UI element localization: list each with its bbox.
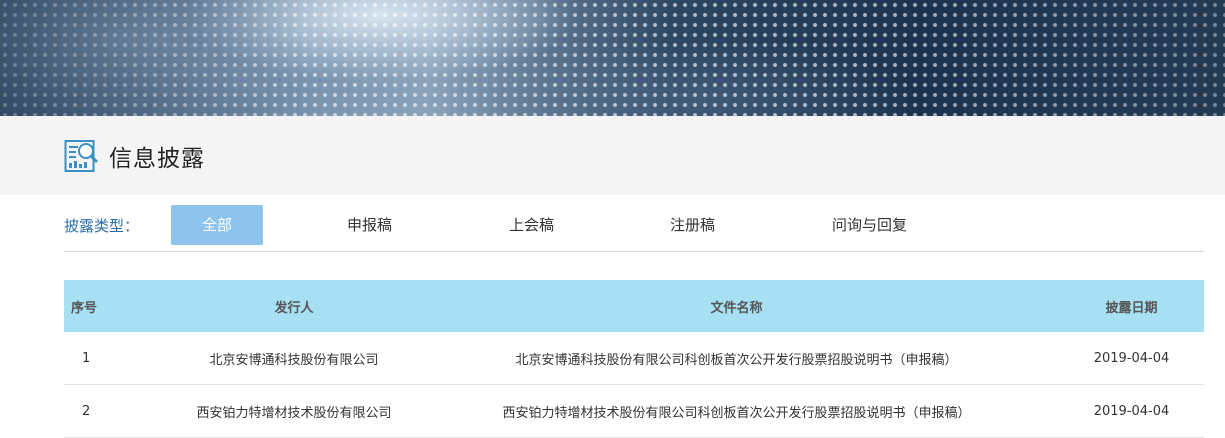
tab-registration-draft[interactable]: 注册稿 xyxy=(670,205,715,245)
document-search-icon xyxy=(64,138,100,174)
cell-issuer: 北京安博通科技股份有限公司 xyxy=(174,332,414,385)
cell-serial-no: 1 xyxy=(64,332,174,385)
table-row: 1 北京安博通科技股份有限公司 北京安博通科技股份有限公司科创板首次公开发行股票… xyxy=(64,332,1204,385)
banner-shade xyxy=(0,0,1225,116)
tab-all[interactable]: 全部 xyxy=(171,205,263,245)
header-disclosure-date: 披露日期 xyxy=(1105,300,1158,316)
tab-meeting-draft[interactable]: 上会稿 xyxy=(509,205,554,245)
cell-date: 2019-04-04 xyxy=(1059,384,1204,438)
cell-issuer: 西安铂力特增材技术股份有限公司 xyxy=(174,384,414,438)
cell-document-link[interactable]: 北京安博通科技股份有限公司科创板首次公开发行股票招股说明书（申报稿） xyxy=(414,332,1059,385)
disclosure-type-filter: 披露类型： 全部 申报稿 上会稿 注册稿 问询与回复 xyxy=(64,195,1204,252)
header-issuer: 发行人 xyxy=(274,300,314,316)
filter-label: 披露类型： xyxy=(64,217,140,235)
header-banner-image xyxy=(0,0,1225,116)
header-serial-no: 序号 xyxy=(71,300,98,316)
tab-inquiry-and-reply[interactable]: 问询与回复 xyxy=(832,205,907,245)
header-document-name: 文件名称 xyxy=(710,300,763,316)
table-row: 2 西安铂力特增材技术股份有限公司 西安铂力特增材技术股份有限公司科创板首次公开… xyxy=(64,384,1204,438)
cell-serial-no: 2 xyxy=(64,384,174,438)
cell-date: 2019-04-04 xyxy=(1059,332,1204,385)
tab-filing-draft[interactable]: 申报稿 xyxy=(347,205,392,245)
cell-document-link[interactable]: 西安铂力特增材技术股份有限公司科创板首次公开发行股票招股说明书（申报稿） xyxy=(414,384,1059,438)
section-title-bar: 信息披露 xyxy=(0,116,1225,195)
page-title: 信息披露 xyxy=(109,145,205,172)
table-header-row: 序号 发行人 文件名称 披露日期 xyxy=(64,280,1204,332)
disclosure-table: 序号 发行人 文件名称 披露日期 1 北京安博通科技股份有限公司 北京安博通科技… xyxy=(64,280,1204,438)
